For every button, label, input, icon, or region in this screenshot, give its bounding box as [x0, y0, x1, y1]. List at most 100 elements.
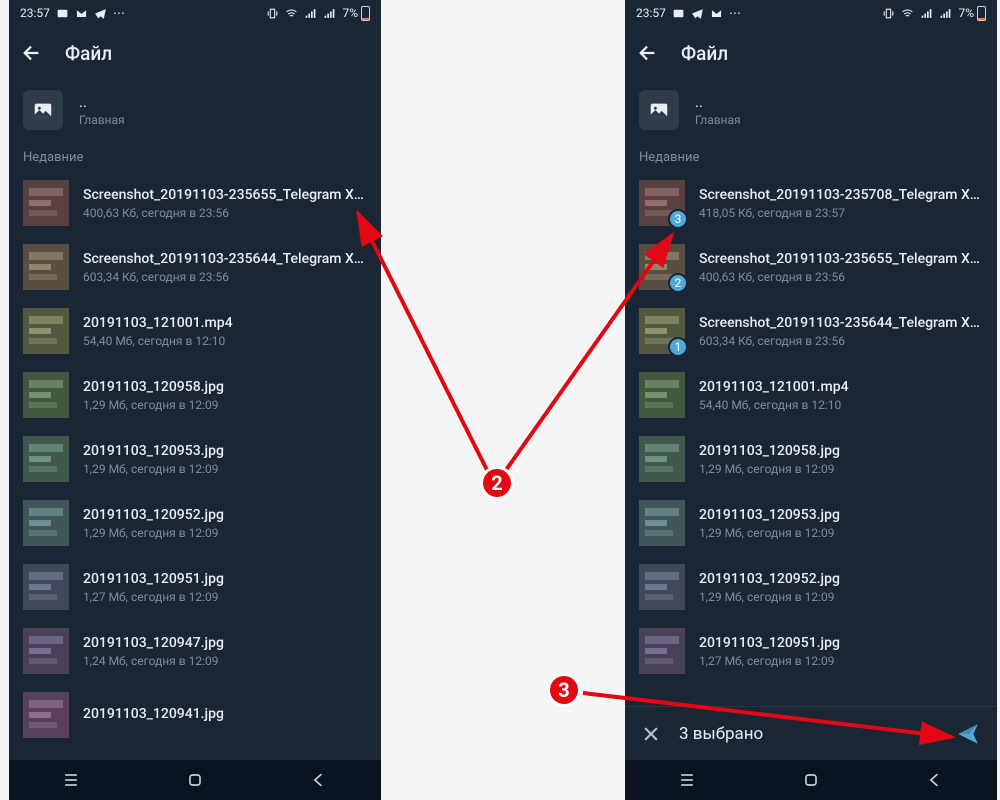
telegram-icon	[691, 7, 704, 20]
close-icon[interactable]	[641, 724, 661, 744]
nav-up-label: Главная	[79, 113, 125, 127]
annotation-step-2: 2	[480, 466, 514, 500]
file-name: 20191103_120953.jpg	[699, 507, 983, 523]
home-icon[interactable]	[185, 770, 205, 790]
file-name: 20191103_120951.jpg	[83, 571, 367, 587]
file-thumbnail	[23, 564, 69, 610]
vibrate-icon	[266, 7, 279, 20]
file-item[interactable]: 20191103_120958.jpg 1,29 Мб, сегодня в 12…	[9, 363, 381, 427]
file-item[interactable]: 20191103_121001.mp4 54,40 Мб, сегодня в 1…	[625, 363, 997, 427]
file-thumbnail	[639, 436, 685, 482]
file-item[interactable]: 20191103_120953.jpg 1,29 Мб, сегодня в 12…	[9, 427, 381, 491]
file-list: 3Screenshot_20191103-235708_Telegram X.j…	[625, 171, 997, 706]
file-item[interactable]: 20191103_120951.jpg 1,27 Мб, сегодня в 12…	[9, 555, 381, 619]
page-title: Файл	[681, 42, 728, 65]
file-thumbnail: 3	[639, 180, 685, 226]
file-item[interactable]: 20191103_120941.jpg	[9, 683, 381, 747]
file-thumbnail	[23, 500, 69, 546]
file-thumbnail	[23, 436, 69, 482]
system-nav	[9, 760, 381, 800]
selection-count: 3 выбрано	[679, 724, 937, 744]
selection-badge: 3	[668, 209, 688, 229]
file-item[interactable]: Screenshot_20191103-235644_Telegram X.jp…	[9, 235, 381, 299]
file-meta: 1,29 Мб, сегодня в 12:09	[83, 462, 367, 476]
status-time: 23:57	[20, 6, 50, 20]
nav-up-row[interactable]: .. Главная	[625, 80, 997, 140]
file-thumbnail: 2	[639, 244, 685, 290]
annotation-step-3: 3	[547, 673, 581, 707]
section-recent: Недавние	[9, 140, 381, 171]
file-item[interactable]: Screenshot_20191103-235655_Telegram X.jp…	[9, 171, 381, 235]
file-name: 20191103_120958.jpg	[83, 379, 367, 395]
file-meta: 1,27 Мб, сегодня в 12:09	[699, 654, 983, 668]
back-icon[interactable]	[21, 42, 43, 64]
more-icon: ⋯	[113, 6, 125, 20]
file-meta: 400,63 Кб, сегодня в 23:56	[83, 206, 367, 220]
mail-icon	[710, 7, 723, 20]
file-name: 20191103_120947.jpg	[83, 635, 367, 651]
page-title: Файл	[65, 42, 112, 65]
file-item[interactable]: 2 Screenshot_20191103-235655_Telegram X.j…	[625, 235, 997, 299]
file-name: 20191103_121001.mp4	[699, 379, 983, 395]
more-icon: ⋯	[729, 6, 741, 20]
file-thumbnail	[23, 692, 69, 738]
file-name: 20191103_120951.jpg	[699, 635, 983, 651]
app-bar: Файл	[625, 26, 997, 80]
file-item[interactable]: 1Screenshot_20191103-235644_Telegram X.j…	[625, 299, 997, 363]
nav-up-row[interactable]: .. Главная	[9, 80, 381, 140]
file-name: 20191103_120941.jpg	[83, 706, 367, 722]
recents-icon[interactable]	[677, 770, 697, 790]
file-item[interactable]: 20191103_120952.jpg1,29 Мб, сегодня в 12…	[9, 491, 381, 555]
nav-up-dots: ..	[79, 93, 125, 111]
back-softkey-icon[interactable]	[925, 770, 945, 790]
file-name: Screenshot_20191103-235644_Telegram X.jp…	[699, 315, 983, 331]
file-thumbnail	[639, 564, 685, 610]
send-icon[interactable]	[955, 721, 981, 747]
file-item[interactable]: 20191103_120953.jpg 1,29 Мб, сегодня в 12…	[625, 491, 997, 555]
back-icon[interactable]	[637, 42, 659, 64]
file-list: Screenshot_20191103-235655_Telegram X.jp…	[9, 171, 381, 760]
file-thumbnail	[23, 308, 69, 354]
file-meta: 1,24 Мб, сегодня в 12:09	[83, 654, 367, 668]
file-meta: 1,29 Мб, сегодня в 12:09	[699, 526, 983, 540]
wifi-icon	[901, 7, 914, 20]
file-item[interactable]: 20191103_120958.jpg1,29 Мб, сегодня в 12…	[625, 427, 997, 491]
wifi-icon	[285, 7, 298, 20]
back-softkey-icon[interactable]	[309, 770, 329, 790]
file-meta: 400,63 Кб, сегодня в 23:56	[699, 270, 983, 284]
recents-icon[interactable]	[61, 770, 81, 790]
file-item[interactable]: 20191103_120951.jpg 1,27 Мб, сегодня в 12…	[625, 619, 997, 683]
file-thumbnail	[23, 244, 69, 290]
signal-icon	[304, 7, 317, 20]
signal-icon	[920, 7, 933, 20]
file-name: Screenshot_20191103-235655_Telegram X.jp…	[83, 187, 367, 203]
signal2-icon	[323, 7, 336, 20]
file-meta: 1,27 Мб, сегодня в 12:09	[83, 590, 367, 604]
file-item[interactable]: 20191103_121001.mp454,40 Мб, сегодня в 1…	[9, 299, 381, 363]
file-name: 20191103_120953.jpg	[83, 443, 367, 459]
file-meta: 1,29 Мб, сегодня в 12:09	[83, 398, 367, 412]
file-name: 20191103_120952.jpg	[83, 507, 367, 523]
file-thumbnail	[639, 372, 685, 418]
signal2-icon	[939, 7, 952, 20]
file-thumbnail	[23, 628, 69, 674]
file-item[interactable]: 20191103_120952.jpg1,29 Мб, сегодня в 12…	[625, 555, 997, 619]
home-icon[interactable]	[801, 770, 821, 790]
file-name: 20191103_121001.mp4	[83, 315, 367, 331]
file-thumbnail	[23, 372, 69, 418]
system-nav	[625, 760, 997, 800]
file-item[interactable]: 20191103_120947.jpg 1,24 Мб, сегодня в 12…	[9, 619, 381, 683]
nav-up-label: Главная	[695, 113, 741, 127]
file-name: 20191103_120952.jpg	[699, 571, 983, 587]
gallery-icon	[56, 7, 69, 20]
file-name: Screenshot_20191103-235644_Telegram X.jp…	[83, 251, 367, 267]
file-name: Screenshot_20191103-235655_Telegram X.jp…	[699, 251, 983, 267]
battery-indicator: 7%	[342, 6, 370, 21]
file-meta: 603,34 Кб, сегодня в 23:56	[699, 334, 983, 348]
file-meta: 54,40 Мб, сегодня в 12:10	[699, 398, 983, 412]
status-bar: 23:57 ⋯ 7%	[625, 0, 997, 26]
gallery-icon	[672, 7, 685, 20]
vibrate-icon	[882, 7, 895, 20]
file-item[interactable]: 3Screenshot_20191103-235708_Telegram X.j…	[625, 171, 997, 235]
status-bar: 23:57 ⋯ 7%	[9, 0, 381, 26]
